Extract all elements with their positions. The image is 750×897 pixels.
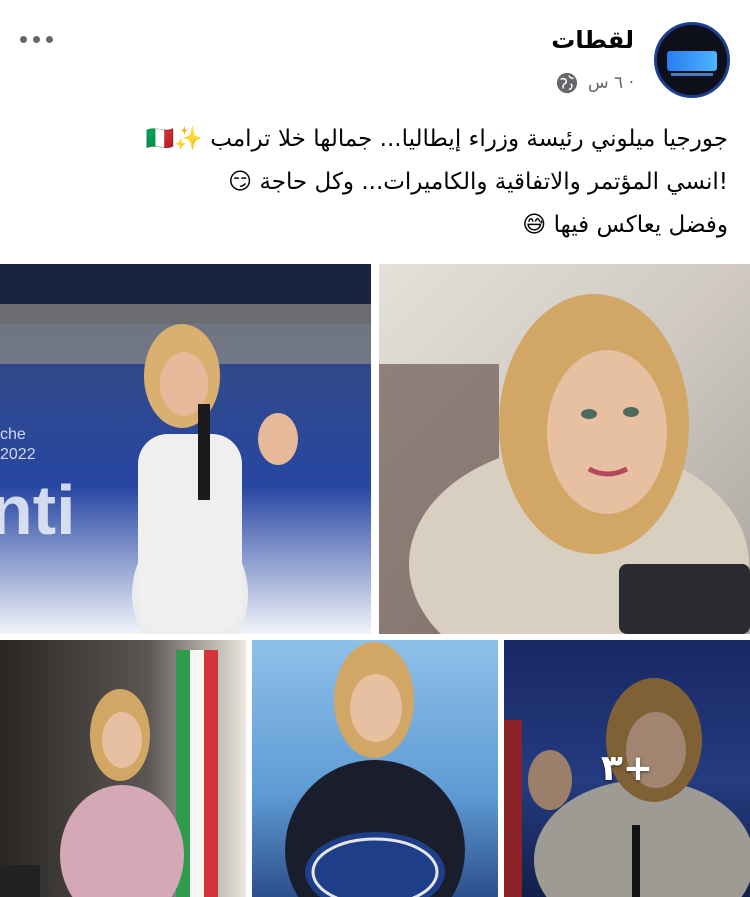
page-name[interactable]: لقطات bbox=[551, 26, 634, 54]
photo-grid: che 2022 nti +٣ bbox=[0, 264, 750, 897]
post-time[interactable]: ٦ س · bbox=[588, 73, 634, 93]
globe-icon bbox=[556, 72, 577, 94]
svg-text:2022: 2022 bbox=[0, 446, 36, 463]
page-avatar[interactable] bbox=[654, 22, 730, 98]
photo-press-conference[interactable] bbox=[252, 640, 498, 897]
more-photos-count[interactable]: +٣ bbox=[504, 748, 750, 789]
photo-more[interactable]: +٣ bbox=[504, 640, 750, 897]
photo-podium[interactable] bbox=[0, 640, 246, 897]
post-header: لقطات ٦ س · bbox=[0, 0, 750, 110]
caption-line: وفضل يعاكس فيها 😅 bbox=[522, 212, 728, 238]
caption-line: جورجيا ميلوني رئيسة وزراء إيطاليا... جما… bbox=[145, 126, 728, 152]
caption-line: !انسي المؤتمر والاتفاقية والكاميرات... و… bbox=[228, 169, 728, 195]
photo-speech[interactable]: che 2022 nti bbox=[0, 264, 371, 634]
page-logo-underline bbox=[671, 73, 713, 76]
more-options-icon[interactable] bbox=[20, 36, 53, 43]
post-caption: جورجيا ميلوني رئيسة وزراء إيطاليا... جما… bbox=[23, 118, 728, 247]
svg-text:che: che bbox=[0, 426, 26, 443]
svg-text:nti: nti bbox=[0, 471, 76, 549]
page-logo bbox=[667, 51, 717, 71]
photo-portrait[interactable] bbox=[379, 264, 750, 634]
post-meta: ٦ س · bbox=[556, 72, 634, 94]
